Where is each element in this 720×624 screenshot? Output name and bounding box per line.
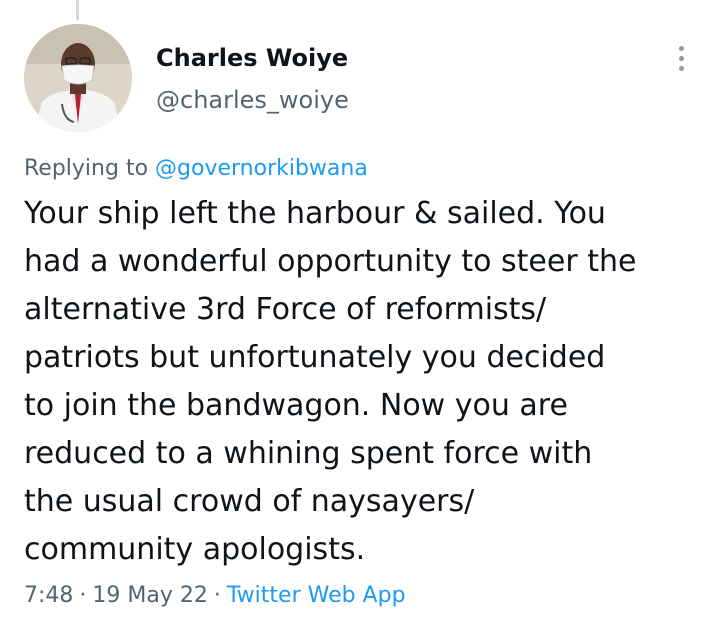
more-vertical-icon-dot-3 <box>678 65 684 71</box>
tweet-text-line: the usual crowd of naysayers/ <box>24 484 475 519</box>
tweet-text-line: reduced to a whining spent force with <box>24 436 593 471</box>
tweet-time-link[interactable]: 7:48 <box>24 583 73 608</box>
tweet-source-link[interactable]: Twitter Web App <box>227 583 406 608</box>
tweet-text: Your ship left the harbour & sailed. You… <box>24 190 714 574</box>
separator: · <box>213 583 221 608</box>
tweet-text-line: patriots but unfortunately you decided <box>24 340 606 375</box>
tweet-text-line: community apologists. <box>24 532 366 567</box>
more-vertical-icon <box>678 45 684 51</box>
tweet-metadata: 7:48 · 19 May 22 · Twitter Web App <box>24 580 406 612</box>
avatar[interactable] <box>24 24 132 132</box>
tweet-text-line: alternative 3rd Force of reformists/ <box>24 292 547 327</box>
replying-to: Replying to @governorkibwana <box>24 153 368 185</box>
tweet-date-link[interactable]: 19 May 22 <box>92 583 207 608</box>
author-display-name[interactable]: Charles Woiye <box>156 40 349 76</box>
separator: · <box>79 583 87 608</box>
replying-prefix: Replying to <box>24 156 149 181</box>
tweet-text-line: Your ship left the harbour & sailed. You <box>24 196 606 231</box>
tweet-text-line: had a wonderful opportunity to steer the <box>24 244 637 279</box>
more-options-button[interactable] <box>670 42 692 74</box>
tweet-text-line: to join the bandwagon. Now you are <box>24 388 568 423</box>
author-handle[interactable]: @charles_woiye <box>156 82 349 118</box>
tweet-author: Charles Woiye @charles_woiye <box>156 40 349 118</box>
replying-to-mention-link[interactable]: @governorkibwana <box>155 156 368 181</box>
more-vertical-icon-dot-2 <box>678 55 684 61</box>
avatar-photo <box>24 24 132 132</box>
thread-connector-line <box>76 0 79 20</box>
